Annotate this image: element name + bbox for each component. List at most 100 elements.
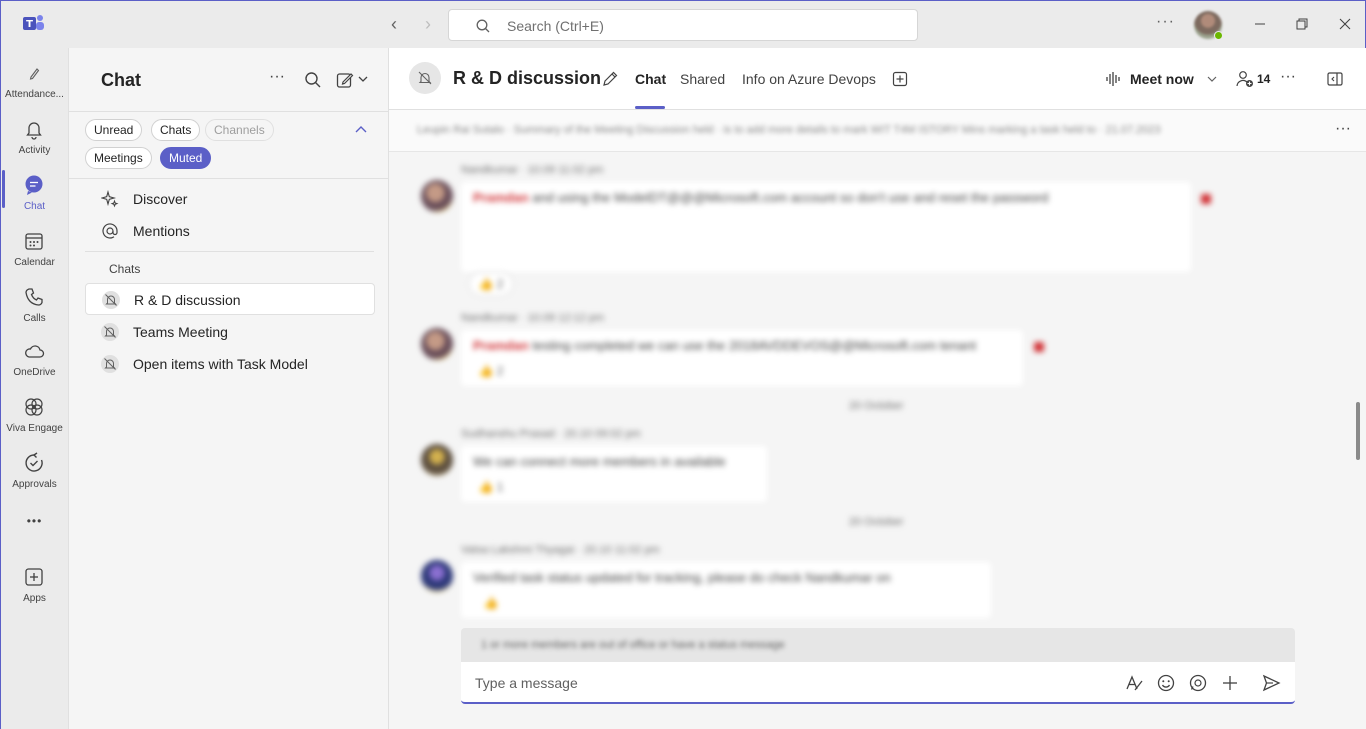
loop-component-icon[interactable] (1188, 673, 1208, 693)
close-icon[interactable] (1335, 14, 1355, 34)
message-input[interactable] (475, 673, 1075, 693)
rail-item-onedrive[interactable]: OneDrive (1, 334, 68, 390)
section-chats-label: Chats (109, 262, 141, 276)
muted-bell-icon (101, 355, 119, 373)
muted-bell-icon (418, 71, 432, 85)
nav-discover[interactable]: Discover (85, 184, 375, 214)
filter-channels[interactable]: Channels (205, 119, 274, 141)
sender-avatar[interactable] (421, 560, 453, 592)
chat-list-pane: Chat ··· Unread Chats Channels Meetings … (68, 48, 389, 729)
bell-icon (26, 122, 42, 140)
viva-engage-icon (25, 398, 43, 416)
rail-item-attendance[interactable]: Attendance... (1, 56, 68, 112)
settings-more-icon[interactable]: ··· (1156, 13, 1175, 31)
sender-avatar[interactable] (421, 444, 453, 476)
format-icon[interactable] (1124, 673, 1144, 693)
message-bubble[interactable]: Verified task status updated for trackin… (461, 562, 991, 618)
nav-mentions[interactable]: Mentions (85, 216, 375, 246)
open-side-panel-icon[interactable] (1326, 70, 1344, 88)
minimize-icon[interactable] (1250, 14, 1270, 34)
reaction-badge[interactable]: 👍 1 (469, 476, 513, 500)
attendance-icon (29, 68, 40, 80)
rail-item-calls[interactable]: Calls (1, 280, 68, 336)
chevron-up-icon[interactable] (353, 122, 369, 138)
message-meta: Nandkumar · 10.09 12:12 pm (461, 312, 605, 324)
reaction-badge[interactable]: 👍 (469, 592, 513, 616)
tab-shared[interactable]: Shared (680, 71, 725, 87)
tab-info-azure-devops[interactable]: Info on Azure Devops (742, 71, 876, 87)
header-more-icon[interactable]: ··· (1280, 68, 1296, 86)
filter-unread[interactable]: Unread (85, 119, 143, 141)
restore-icon[interactable] (1292, 14, 1312, 34)
filter-chats[interactable]: Chats (151, 119, 201, 141)
sender-avatar[interactable] (421, 328, 453, 360)
emoji-icon[interactable] (1156, 673, 1176, 693)
reaction-badge[interactable]: 👍 2 (469, 272, 513, 296)
message-bubble[interactable]: Pramdan testing completed we can use the… (461, 330, 1023, 386)
muted-bell-icon (102, 291, 120, 309)
phone-icon (25, 288, 43, 306)
rail-item-viva-engage[interactable]: Viva Engage (1, 390, 68, 446)
out-of-office-banner: 1 or more members are out of office or h… (461, 628, 1295, 662)
pinned-message-bar[interactable]: Leupin Rai Sutalo · Summary of the Meeti… (389, 110, 1366, 152)
filter-muted[interactable]: Muted (160, 147, 212, 169)
chevron-down-icon[interactable] (1206, 73, 1218, 85)
chevron-down-icon[interactable] (357, 73, 369, 85)
add-tab-icon[interactable] (892, 71, 908, 87)
rail-item-apps[interactable]: Apps (1, 560, 68, 616)
group-chat-avatar[interactable] (409, 62, 441, 94)
participant-count[interactable]: 14 (1257, 72, 1270, 86)
filter-meetings[interactable]: Meetings (85, 147, 152, 169)
message-meta: Nandkumar · 10.09 11:02 pm (461, 164, 604, 176)
forward-icon[interactable]: › (419, 15, 437, 33)
rail-item-calendar[interactable]: Calendar (1, 224, 68, 280)
ooo-text: 1 or more members are out of office or h… (481, 639, 785, 651)
cloud-icon (25, 345, 45, 358)
rail-item-approvals[interactable]: Approvals (1, 446, 68, 502)
important-flag-icon (1201, 194, 1211, 204)
title-bar: T ‹ › ··· (1, 1, 1365, 48)
rail-item-activity[interactable]: Activity (1, 112, 68, 168)
reaction-badge[interactable]: 👍 2 (469, 360, 513, 384)
teams-logo-icon[interactable]: T (23, 14, 45, 34)
search-input[interactable] (507, 15, 887, 37)
search-box[interactable] (448, 9, 918, 41)
list-more-icon[interactable]: ··· (269, 68, 289, 88)
message-bubble[interactable]: Pramdan and using the ModelDT@@@Microsof… (461, 182, 1191, 272)
search-icon[interactable] (303, 70, 323, 90)
chat-item-rd-discussion[interactable]: R & D discussion (85, 283, 375, 315)
add-app-icon (25, 568, 43, 586)
chat-icon (25, 175, 43, 195)
search-icon (476, 19, 490, 33)
rail-item-more[interactable]: ••• (1, 510, 68, 538)
sender-avatar[interactable] (421, 180, 453, 212)
meet-now-icon[interactable] (1105, 70, 1123, 88)
chat-list-title: Chat (101, 70, 141, 90)
send-icon[interactable] (1261, 673, 1281, 693)
pinned-more-icon[interactable]: ··· (1335, 120, 1351, 138)
date-separator: 20 October (849, 400, 904, 412)
rail-item-chat[interactable]: Chat (1, 168, 68, 224)
app-rail: Attendance... Activity Chat Calendar Cal… (1, 48, 68, 729)
back-icon[interactable]: ‹ (385, 15, 403, 33)
message-list: Nandkumar · 10.09 11:02 pm Pramdan and u… (389, 152, 1366, 622)
pinned-message-text: Leupin Rai Sutalo · Summary of the Meeti… (417, 124, 1161, 136)
sparkle-icon (101, 190, 119, 208)
svg-text:T: T (26, 19, 33, 30)
calendar-icon (25, 233, 43, 250)
add-icon[interactable] (1220, 673, 1240, 693)
chat-item-open-items[interactable]: Open items with Task Model (85, 348, 375, 380)
people-add-icon[interactable] (1235, 69, 1255, 89)
message-text: Verified task status updated for trackin… (473, 570, 891, 585)
approvals-icon (25, 452, 43, 472)
scrollbar-thumb[interactable] (1356, 402, 1360, 460)
mention[interactable]: Pramdan (473, 338, 529, 353)
edit-pencil-icon[interactable] (601, 70, 619, 88)
mention[interactable]: Pramdan (473, 190, 529, 205)
new-chat-icon[interactable] (335, 70, 355, 90)
meet-now-button[interactable]: Meet now (1130, 71, 1194, 87)
message-meta: Sudhanshu Prasad · 20.10 09:02 pm (461, 428, 641, 440)
chat-item-teams-meeting[interactable]: Teams Meeting (85, 316, 375, 348)
tab-chat[interactable]: Chat (635, 71, 666, 87)
compose-box[interactable] (461, 662, 1295, 704)
